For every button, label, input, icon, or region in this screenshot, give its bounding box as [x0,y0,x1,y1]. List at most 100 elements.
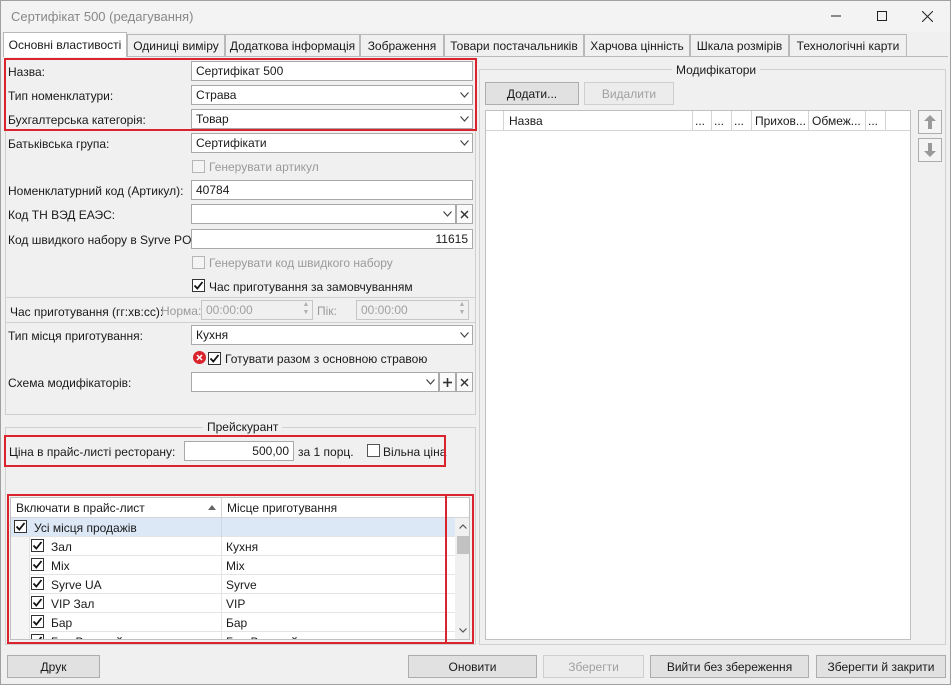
modifier-scheme-select[interactable] [191,372,439,392]
move-down-button[interactable] [918,138,942,162]
modifier-scheme-dropdown-button[interactable] [422,373,438,391]
save-button[interactable]: Зберегти [543,655,644,678]
arrow-up-icon [924,115,936,129]
column-header-dots-2[interactable]: ... [712,111,732,131]
price-field[interactable]: 500,00 [184,441,294,461]
parent-group-select[interactable]: Сертифікати [191,133,473,153]
article-code-label: Номенклатурний код (Артикул): [8,184,184,198]
column-header-limit[interactable]: Обмеж... [809,111,866,131]
column-header-dots-4[interactable]: ... [866,111,886,131]
column-header-dots-1[interactable]: ... [693,111,712,131]
table-row[interactable]: VIP Зал VIP [11,594,456,613]
table-row[interactable]: Бар Бар [11,613,456,632]
tab-images[interactable]: Зображення [360,34,444,56]
refresh-button[interactable]: Оновити [408,655,537,678]
close-icon [460,378,469,386]
check-icon [193,281,204,290]
free-price-label: Вільна ціна [383,445,447,459]
minimize-button[interactable] [813,1,859,31]
peak-spinner[interactable]: ▲ ▼ [456,301,468,319]
tab-size-scale[interactable]: Шкала розмірів [690,34,789,56]
close-button[interactable] [904,1,950,31]
tab-additional-info[interactable]: Додаткова інформація [225,34,360,56]
pricelist-row-all[interactable]: Усі місця продажів [11,518,456,537]
maximize-button[interactable] [859,1,905,31]
all-places-checkbox[interactable] [14,520,27,533]
chevron-up-icon [459,524,467,529]
free-price-checkbox[interactable] [367,444,380,457]
tnved-code-select[interactable] [191,204,456,224]
default-cook-time-checkbox[interactable] [192,279,205,292]
chevron-down-icon [459,628,467,633]
parent-group-dropdown-button[interactable] [456,134,472,152]
peak-label: Пік: [317,304,337,318]
delete-modifier-button[interactable]: Видалити [584,82,674,105]
table-row[interactable]: Syrve UA Syrve [11,575,456,594]
norm-spinner[interactable]: ▲ ▼ [300,301,312,319]
close-icon [921,10,933,22]
table-row[interactable]: Бар Верхний зал Бар Верхний зал [11,632,456,639]
peak-time-field[interactable]: 00:00:00 [356,300,469,320]
save-and-close-button[interactable]: Зберегти й закрити [816,655,946,678]
add-modifier-button[interactable]: Додати... [485,82,579,105]
parent-group-value: Сертифікати [196,136,267,150]
all-places-label: Усі місця продажів [30,518,222,537]
all-places-place [222,518,456,537]
type-dropdown-button[interactable] [456,86,472,104]
column-header-hidden[interactable]: Прихов... [752,111,809,131]
row-name: Зал [47,537,222,556]
acc-category-select[interactable]: Товар [191,109,473,129]
plus-icon [443,377,452,387]
column-header-place[interactable]: Місце приготування [222,498,469,518]
modifiers-grid: Назва ... ... ... Прихов... Обмеж... ... [485,110,911,640]
cook-place-dropdown-button[interactable] [456,326,472,344]
move-up-button[interactable] [918,110,942,134]
arrow-down-icon [924,143,936,157]
tab-main-properties[interactable]: Основні властивості [3,32,127,57]
column-header-name[interactable]: Назва [504,111,693,131]
tab-nutrition[interactable]: Харчова цінність [584,34,690,56]
generate-article-checkbox[interactable] [192,160,205,173]
check-icon [15,522,26,531]
row-include-checkbox[interactable] [31,539,44,552]
fast-code-field[interactable]: 11615 [191,229,473,249]
type-label: Тип номенклатури: [8,89,114,103]
row-include-checkbox[interactable] [31,634,44,639]
tab-units[interactable]: Одиниці виміру [127,34,225,56]
cook-place-select[interactable]: Кухня [191,325,473,345]
exit-without-saving-button[interactable]: Вийти без збереження [650,655,809,678]
row-place: Бар Верхний зал [222,632,456,639]
tab-tech-cards[interactable]: Технологічні карти [789,34,907,56]
per-portion-label: за 1 порц. [298,445,354,459]
cook-with-main-checkbox[interactable] [208,352,221,365]
name-field[interactable]: Сертифікат 500 [191,61,473,81]
check-icon [209,354,220,363]
scrollbar-thumb[interactable] [457,536,469,554]
tnved-dropdown-button[interactable] [439,205,455,223]
type-select[interactable]: Страва [191,85,473,105]
check-icon [32,598,43,607]
row-place: Syrve [226,578,257,592]
print-button[interactable]: Друк [7,655,100,678]
table-row[interactable]: Mix Mix [11,556,456,575]
row-include-checkbox[interactable] [31,558,44,571]
article-code-field[interactable]: 40784 [191,180,473,200]
chevron-down-icon [459,116,469,122]
tab-supplier-goods[interactable]: Товари постачальників [444,34,584,56]
column-header-include[interactable]: Включати в прайс-лист [11,498,222,518]
table-row[interactable]: Зал Кухня [11,537,456,556]
generate-fast-code-checkbox[interactable] [192,256,205,269]
modifier-scheme-add-button[interactable] [439,372,456,392]
modifiers-group-title: Модифікатори [672,63,761,77]
check-icon [32,579,43,588]
norm-time-field[interactable]: 00:00:00 [201,300,313,320]
tnved-clear-button[interactable] [456,204,473,224]
column-header-dots-3[interactable]: ... [732,111,752,131]
acc-category-dropdown-button[interactable] [456,110,472,128]
modifier-scheme-clear-button[interactable] [456,372,473,392]
row-include-checkbox[interactable] [31,615,44,628]
row-include-checkbox[interactable] [31,596,44,609]
row-include-checkbox[interactable] [31,577,44,590]
check-icon [38,636,43,639]
pricelist-scrollbar[interactable] [455,518,469,639]
